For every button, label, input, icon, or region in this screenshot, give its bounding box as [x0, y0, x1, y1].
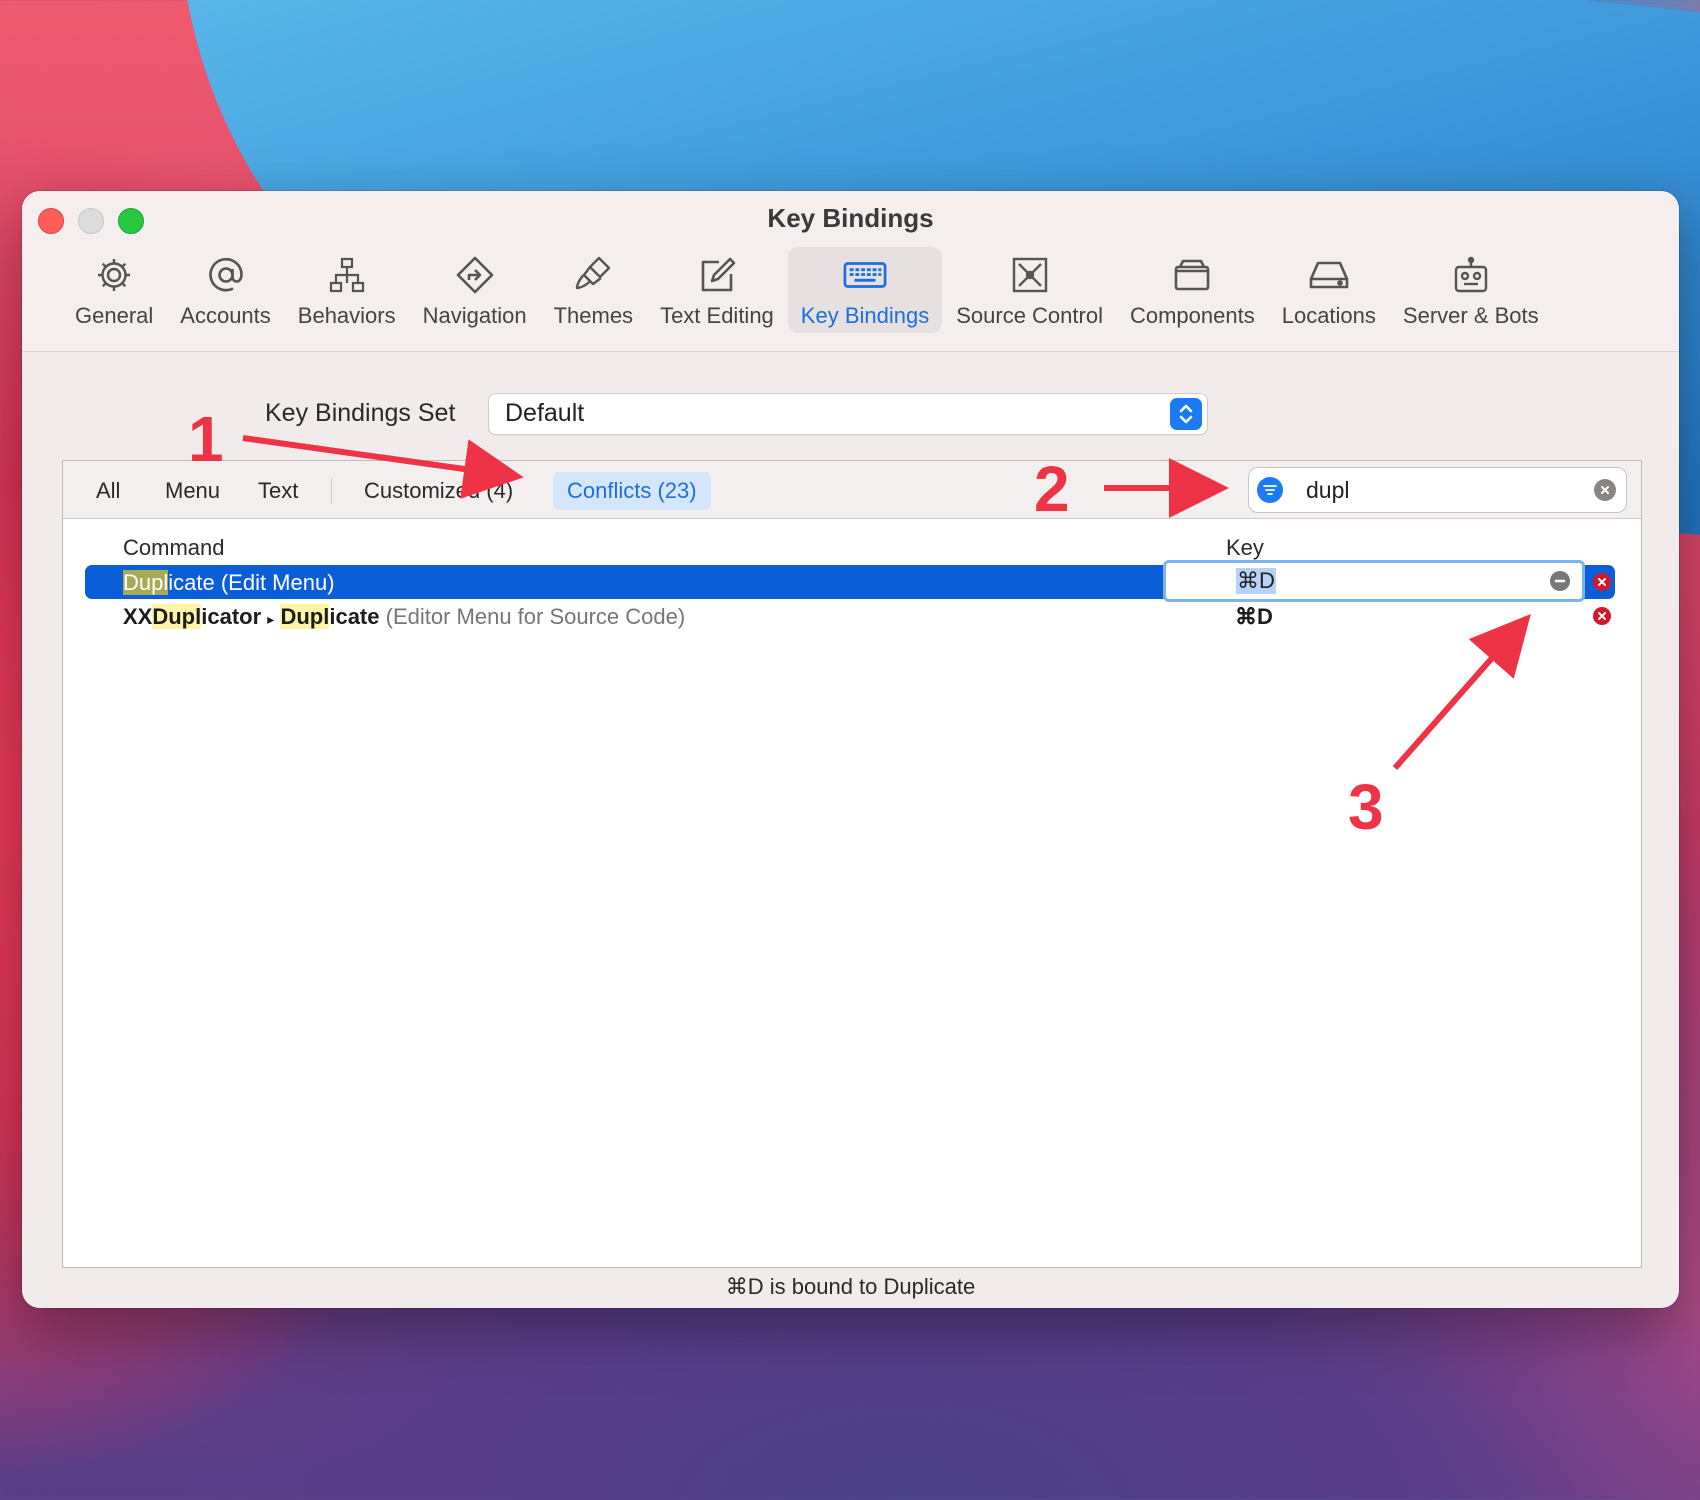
filter-menu[interactable]: Menu	[151, 472, 234, 510]
command-name: Duplicate (Edit Menu)	[123, 570, 335, 596]
key-shortcut-value: ⌘D	[1236, 568, 1276, 594]
source-control-icon	[1008, 253, 1052, 297]
column-header-key[interactable]: Key	[1226, 535, 1264, 561]
tab-themes[interactable]: Themes	[541, 247, 646, 333]
robot-icon	[1449, 253, 1493, 297]
annotation-number-3: 3	[1348, 771, 1384, 843]
tab-text-editing[interactable]: Text Editing	[647, 247, 787, 333]
tab-label: General	[75, 303, 154, 328]
tab-label: Key Bindings	[800, 303, 930, 328]
filter-text[interactable]: Text	[244, 472, 312, 510]
search-field[interactable]: dupl	[1249, 468, 1626, 512]
key-shortcut-editor[interactable]: ⌘D	[1166, 563, 1582, 599]
filter-all[interactable]: All	[82, 472, 134, 510]
tab-source-control[interactable]: Source Control	[943, 247, 1116, 333]
tab-key-bindings[interactable]: Key Bindings	[787, 247, 943, 333]
tab-server-bots[interactable]: Server & Bots	[1390, 247, 1552, 333]
conflict-warning-icon[interactable]	[1593, 573, 1611, 591]
breadcrumb-separator: ▸	[267, 611, 275, 627]
pencil-square-icon	[695, 253, 739, 297]
tab-behaviors[interactable]: Behaviors	[285, 247, 409, 333]
tab-locations[interactable]: Locations	[1269, 247, 1389, 333]
search-input[interactable]: dupl	[1306, 477, 1349, 504]
remove-shortcut-icon[interactable]	[1550, 571, 1570, 591]
preferences-window: Key Bindings General Accounts Behaviors	[22, 191, 1679, 1308]
window-title: Key Bindings	[767, 203, 934, 233]
tab-label: Accounts	[180, 303, 271, 328]
bindings-table-panel: All Menu Text Customized (4) Conflicts (…	[62, 460, 1642, 1268]
hierarchy-icon	[325, 253, 369, 297]
command-name: XXDuplicator ▸ Duplicate (Editor Menu fo…	[123, 604, 685, 630]
key-bindings-set-value: Default	[505, 399, 585, 427]
at-icon	[204, 253, 248, 297]
status-message: ⌘D is bound to Duplicate	[725, 1274, 976, 1299]
tab-components[interactable]: Components	[1117, 247, 1268, 333]
column-header-command[interactable]: Command	[123, 535, 224, 561]
tab-accounts[interactable]: Accounts	[167, 247, 284, 333]
chevron-updown-icon	[1170, 398, 1202, 430]
command-prefix-rest: icator	[201, 604, 262, 629]
key-shortcut-value: ⌘D	[1235, 604, 1273, 629]
search-match-highlight: Dupl	[152, 604, 202, 629]
tab-label: Source Control	[956, 303, 1103, 328]
command-name-rest: icate	[329, 604, 380, 629]
tab-label: Navigation	[422, 303, 527, 328]
gear-icon	[92, 253, 136, 297]
table-row-selected[interactable]: Duplicate (Edit Menu) ⌘D	[85, 563, 1615, 599]
tab-label: Components	[1129, 303, 1255, 328]
filter-divider	[331, 478, 332, 504]
route-sign-icon	[453, 253, 497, 297]
filter-customized[interactable]: Customized (4)	[350, 472, 527, 510]
filter-bar: All Menu Text Customized (4) Conflicts (…	[63, 461, 1641, 519]
paintbrush-icon	[571, 253, 615, 297]
key-bindings-set-label: Key Bindings Set	[265, 399, 456, 427]
tab-label: Text Editing	[660, 303, 774, 328]
conflict-warning-icon[interactable]	[1593, 607, 1611, 625]
clear-search-icon[interactable]	[1594, 479, 1616, 501]
table-row[interactable]: XXDuplicator ▸ Duplicate (Editor Menu fo…	[85, 599, 1615, 633]
key-bindings-pane: Key Bindings Set Default All Menu Text C…	[22, 352, 1679, 1308]
tab-label: Locations	[1281, 303, 1376, 328]
annotation-number-1: 1	[188, 403, 224, 475]
box-icon	[1170, 253, 1214, 297]
command-prefix: XX	[123, 604, 153, 629]
keyboard-icon	[843, 253, 887, 297]
tab-label: Themes	[553, 303, 634, 328]
command-name-rest: icate (Edit Menu)	[168, 570, 335, 595]
tab-navigation[interactable]: Navigation	[410, 247, 540, 333]
search-match-highlight: Dupl	[123, 570, 169, 595]
command-context: (Editor Menu for Source Code)	[385, 604, 686, 629]
titlebar: Key Bindings General Accounts Behaviors	[22, 191, 1679, 352]
search-match-highlight: Dupl	[280, 604, 330, 629]
tab-label: Server & Bots	[1402, 303, 1539, 328]
tab-general[interactable]: General	[62, 247, 166, 333]
annotation-number-2: 2	[1034, 453, 1070, 525]
filter-icon[interactable]	[1257, 477, 1283, 503]
filter-conflicts[interactable]: Conflicts (23)	[553, 472, 711, 510]
tab-label: Behaviors	[297, 303, 396, 328]
preferences-toolbar: General Accounts Behaviors Navigation Th…	[62, 247, 1553, 339]
key-bindings-set-popup[interactable]: Default	[489, 394, 1207, 434]
drive-icon	[1307, 253, 1351, 297]
